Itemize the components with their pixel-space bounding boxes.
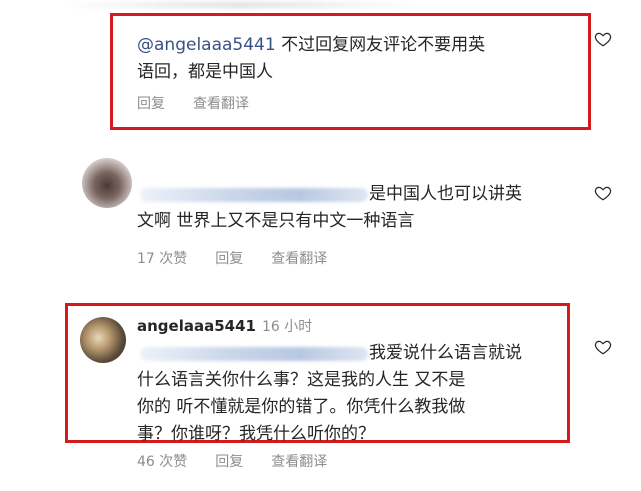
- comment-3-actions: 46 次赞 回复 查看翻译: [137, 451, 355, 471]
- translate-button[interactable]: 查看翻译: [193, 96, 249, 112]
- heart-outline-icon[interactable]: [594, 338, 612, 356]
- comment-3-header: angelaaa5441 16 小时: [137, 316, 312, 336]
- reply-button[interactable]: 回复: [215, 454, 243, 470]
- comment-3-line2: 什么语言关你什么事？这是我的人生 又不是: [137, 370, 466, 390]
- comment-3-line1: 我爱说什么语言就说: [369, 343, 522, 363]
- translate-button[interactable]: 查看翻译: [271, 454, 327, 470]
- translate-button[interactable]: 查看翻译: [271, 251, 327, 267]
- timestamp: 16 小时: [261, 319, 313, 335]
- comment-2-body: 是中国人也可以讲英 文啊 世界上又不是只有中文一种语言: [137, 181, 577, 235]
- likes-count[interactable]: 17 次赞: [137, 251, 187, 267]
- reply-button[interactable]: 回复: [215, 251, 243, 267]
- comment-2-line1: 是中国人也可以讲英: [369, 184, 522, 204]
- comment-2-actions: 17 次赞 回复 查看翻译: [137, 248, 355, 268]
- comment-1-line2: 语回，都是中国人: [137, 62, 273, 82]
- comment-3-line4: 事？你谁呀？我凭什么听你的？: [137, 424, 375, 444]
- comment-1-actions: 回复 查看翻译: [137, 93, 277, 113]
- avatar-3[interactable]: [80, 317, 126, 363]
- reply-button[interactable]: 回复: [137, 96, 165, 112]
- username[interactable]: angelaaa5441: [137, 317, 256, 335]
- top-fade-line: [60, 2, 420, 8]
- comment-3-body: 我爱说什么语言就说 什么语言关你什么事？这是我的人生 又不是 你的 听不懂就是你…: [137, 340, 577, 448]
- comment-2-line2: 文啊 世界上又不是只有中文一种语言: [137, 211, 415, 231]
- mention-link[interactable]: @angelaaa5441: [137, 35, 276, 55]
- heart-outline-icon[interactable]: [594, 30, 612, 48]
- avatar-2[interactable]: [82, 158, 132, 208]
- comment-3-line3: 你的 听不懂就是你的错了。你凭什么教我做: [137, 397, 466, 417]
- heart-outline-icon[interactable]: [594, 184, 612, 202]
- comment-1-body: @angelaaa5441 不过回复网友评论不要用英 语回，都是中国人: [137, 32, 567, 86]
- likes-count[interactable]: 46 次赞: [137, 454, 187, 470]
- comment-1-line1: 不过回复网友评论不要用英: [275, 35, 486, 55]
